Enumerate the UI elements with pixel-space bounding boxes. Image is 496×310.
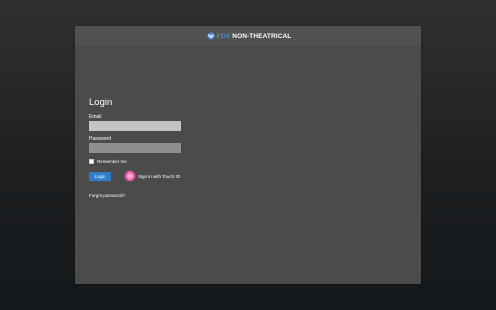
email-label: Email bbox=[89, 114, 102, 120]
remember-me-label: Remember me bbox=[97, 159, 127, 164]
login-panel: FOX NON-THEATRICAL Login Email Password … bbox=[75, 26, 421, 284]
forgot-password-link[interactable]: Forgot password? bbox=[89, 193, 125, 198]
fox-globe-logo-icon bbox=[207, 32, 215, 40]
touch-id-label: Sign in with Touch ID bbox=[138, 173, 180, 179]
page-title: Login bbox=[89, 97, 113, 108]
brand-logo: FOX NON-THEATRICAL bbox=[207, 32, 292, 40]
panel-header: FOX NON-THEATRICAL bbox=[75, 26, 421, 46]
touch-id-button[interactable]: Sign in with Touch ID bbox=[125, 171, 180, 181]
login-form: Login Email Password Remember me Login S… bbox=[89, 97, 289, 198]
fingerprint-icon bbox=[125, 171, 135, 181]
password-field[interactable] bbox=[89, 143, 181, 153]
email-field[interactable] bbox=[89, 121, 181, 131]
password-label: Password bbox=[89, 136, 111, 142]
fingerprint-icon-core bbox=[127, 173, 133, 179]
remember-me-checkbox[interactable] bbox=[89, 159, 94, 164]
brand-fox-text: FOX bbox=[216, 32, 231, 40]
brand-name-text: NON-THEATRICAL bbox=[232, 32, 292, 40]
remember-me[interactable]: Remember me bbox=[89, 159, 127, 164]
login-button[interactable]: Login bbox=[89, 172, 111, 181]
